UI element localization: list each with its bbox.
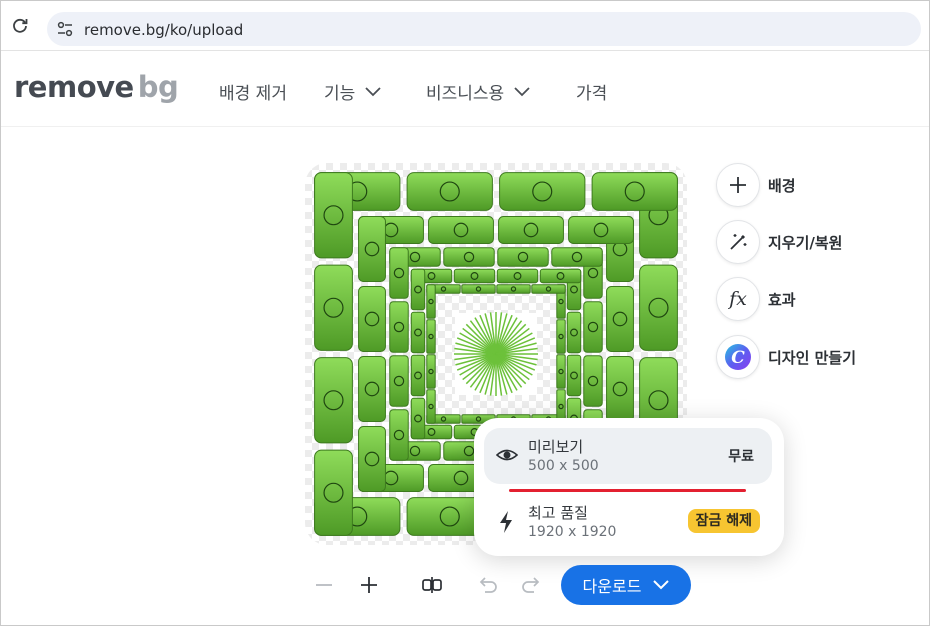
tool-label: 디자인 만들기 (768, 348, 857, 367)
tile (314, 172, 353, 259)
url-text[interactable]: remove.bg/ko/upload (84, 21, 243, 39)
address-bar[interactable]: remove.bg/ko/upload (47, 12, 921, 46)
free-badge: 무료 (728, 449, 754, 465)
tool-label: 배경 (768, 176, 796, 195)
tile (556, 354, 566, 389)
nav-item-business[interactable]: 비즈니스용 (426, 79, 530, 104)
plus-icon (730, 177, 746, 193)
tile (389, 247, 409, 299)
chevron-down-icon (365, 86, 381, 96)
tile (583, 301, 603, 353)
option-title: 미리보기 (528, 438, 584, 456)
tool-label: 효과 (768, 290, 796, 309)
undo-button[interactable] (476, 568, 500, 602)
tile (358, 216, 386, 282)
tile (389, 409, 409, 461)
tile (410, 311, 426, 354)
undo-icon (479, 577, 497, 593)
compare-icon (422, 577, 442, 593)
download-label: 다운로드 (582, 577, 642, 596)
zoom-in-button[interactable] (357, 568, 381, 602)
tool-label: 지우기/복원 (768, 233, 843, 252)
chevron-down-icon (514, 86, 530, 96)
tile (428, 216, 494, 244)
tile (498, 216, 564, 244)
option-title: 최고 품질 (528, 504, 588, 522)
magic-wand-icon (730, 234, 747, 250)
browser-toolbar: remove.bg/ko/upload (1, 1, 929, 51)
tile (539, 268, 582, 284)
tile (389, 301, 409, 353)
nav-item-remove-bg[interactable]: 배경 제거 (219, 79, 287, 104)
tile (556, 319, 566, 354)
plus-icon (361, 577, 377, 593)
tile (426, 319, 436, 354)
tile (410, 397, 426, 440)
tool-background[interactable]: 배경 (716, 163, 796, 207)
tool-effects[interactable]: fx 효과 (716, 277, 796, 321)
download-button[interactable]: 다운로드 (561, 565, 691, 605)
nav-item-pricing[interactable]: 가격 (576, 79, 607, 104)
minus-icon (316, 584, 332, 586)
tile (496, 268, 539, 284)
tile (499, 172, 586, 211)
tile (358, 356, 386, 422)
compare-button[interactable] (419, 568, 445, 602)
site-header: remove bg 배경 제거 기능 비즈니스용 가격 (1, 52, 929, 127)
redo-button[interactable] (519, 568, 543, 602)
tile (531, 284, 566, 294)
zoom-out-button[interactable] (312, 568, 336, 602)
download-options-menu: 미리보기 500 x 500 무료 최고 품질 1920 x 1920 잠금 해… (474, 418, 784, 556)
canva-icon: C (725, 344, 751, 370)
tile (639, 264, 678, 351)
tile (497, 247, 549, 267)
reload-icon[interactable] (11, 17, 29, 35)
nav-item-features[interactable]: 기능 (324, 79, 381, 104)
unlock-badge[interactable]: 잠금 해제 (687, 509, 760, 533)
tile (566, 311, 582, 354)
highlight-underline (509, 489, 746, 492)
tile (358, 286, 386, 352)
site-settings-icon[interactable] (55, 19, 75, 39)
download-option-preview[interactable]: 미리보기 500 x 500 무료 (484, 428, 772, 484)
tile (389, 355, 409, 407)
tile (410, 354, 426, 397)
logo[interactable]: remove bg (14, 70, 179, 104)
eye-icon (496, 449, 518, 461)
option-size: 500 x 500 (528, 458, 599, 474)
tile (606, 356, 634, 422)
tile (410, 268, 426, 311)
bolt-icon (500, 511, 512, 533)
download-option-hq[interactable]: 최고 품질 1920 x 1920 잠금 해제 (484, 494, 772, 550)
tile (461, 284, 496, 294)
tile (426, 354, 436, 389)
tool-erase-restore[interactable]: 지우기/복원 (716, 220, 842, 264)
tile (568, 216, 634, 244)
tile (443, 247, 495, 267)
tile (453, 268, 496, 284)
tile (426, 284, 436, 319)
tile (583, 355, 603, 407)
tile (591, 172, 678, 211)
tile (496, 284, 531, 294)
tile (314, 357, 353, 444)
tile (566, 354, 582, 397)
tile (406, 172, 493, 211)
tile (606, 286, 634, 352)
tile (551, 247, 603, 267)
svg-text:C: C (731, 348, 745, 368)
fx-icon: fx (729, 288, 747, 310)
chevron-down-icon (653, 580, 670, 590)
tile (426, 389, 436, 424)
tool-design[interactable]: C 디자인 만들기 (716, 335, 856, 379)
tunnel-center (454, 312, 538, 396)
redo-icon (522, 577, 540, 593)
option-size: 1920 x 1920 (528, 524, 617, 540)
tile (314, 449, 353, 536)
tile (314, 264, 353, 351)
tile (358, 426, 386, 492)
